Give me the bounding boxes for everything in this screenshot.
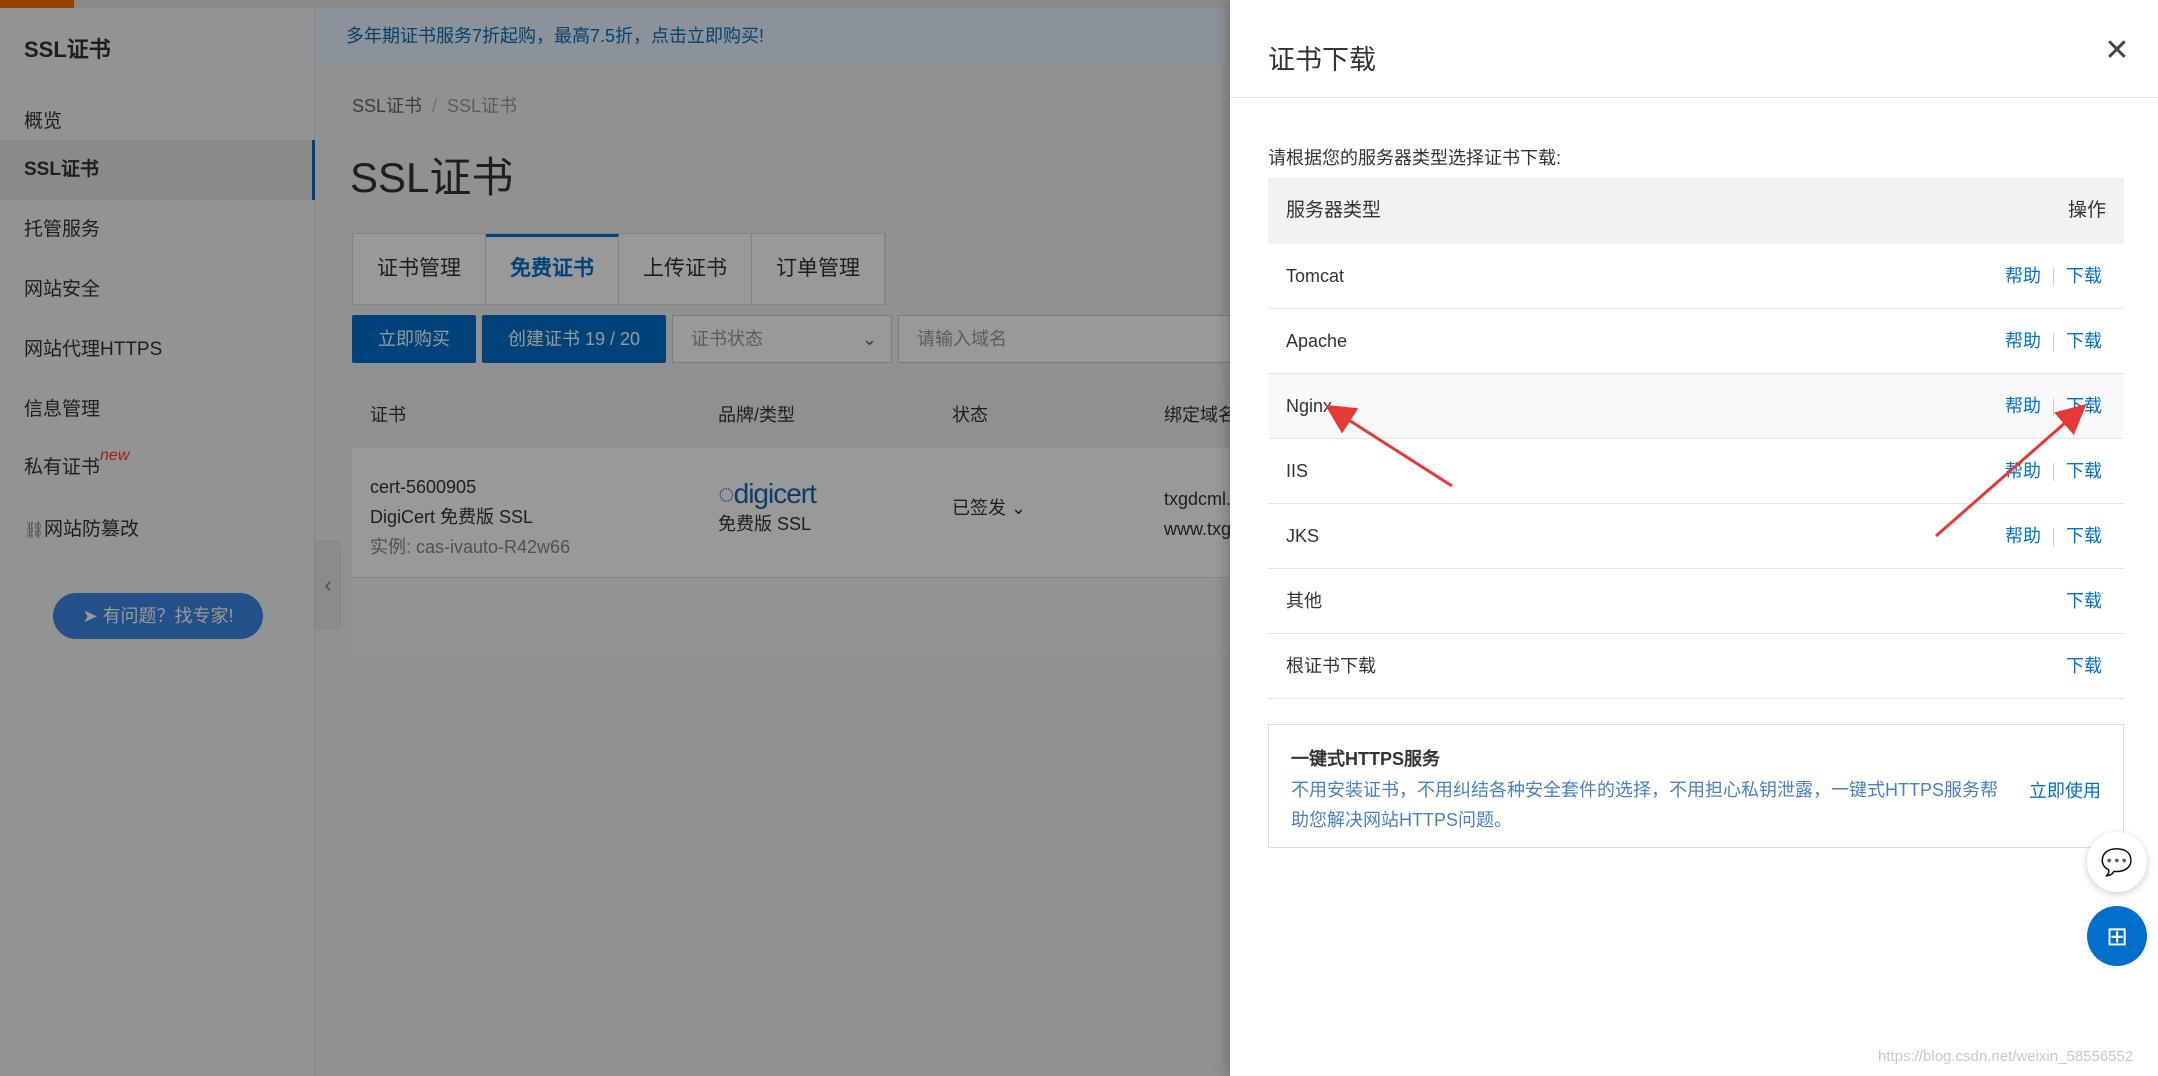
close-icon[interactable]: ✕ — [2102, 36, 2132, 66]
divider — [2053, 398, 2054, 417]
server-type-name: Tomcat — [1286, 266, 1345, 286]
help-link[interactable]: 帮助 — [2005, 266, 2041, 286]
table-row: 根证书下载 下载 — [1268, 634, 2124, 699]
server-type-name: Nginx — [1286, 396, 1333, 416]
download-link[interactable]: 下载 — [2066, 656, 2102, 676]
use-now-link[interactable]: 立即使用 — [2029, 777, 2101, 803]
help-link[interactable]: 帮助 — [2005, 461, 2041, 481]
apps-button[interactable]: ⊞ — [2087, 906, 2147, 966]
watermark: https://blog.csdn.net/weixin_58556552 — [1878, 1048, 2134, 1065]
server-type-name: IIS — [1286, 461, 1309, 481]
drawer-header: 证书下载 ✕ — [1230, 0, 2158, 98]
download-link[interactable]: 下载 — [2066, 591, 2102, 611]
table-row: Apache 帮助 下载 — [1268, 309, 2124, 374]
server-type-name: 根证书下载 — [1286, 656, 1376, 676]
drawer-title: 证书下载 — [1268, 45, 1376, 75]
divider — [2053, 268, 2054, 287]
table-row: 其他 下载 — [1268, 569, 2124, 634]
server-type-name: Apache — [1286, 331, 1348, 351]
column-header: 服务器类型 — [1286, 200, 1382, 221]
server-type-table: 服务器类型 操作 Tomcat 帮助 下载 Apache 帮助 下载 Nginx 帮… — [1268, 178, 2124, 699]
chat-button[interactable]: 💬 — [2087, 832, 2147, 892]
download-link[interactable]: 下载 — [2066, 266, 2102, 286]
divider — [2053, 333, 2054, 352]
apps-icon: ⊞ — [2106, 921, 2128, 951]
divider — [2053, 463, 2054, 482]
table-header: 服务器类型 操作 — [1268, 178, 2124, 244]
server-type-name: 其他 — [1286, 591, 1322, 611]
table-row: Tomcat 帮助 下载 — [1268, 244, 2124, 309]
chat-icon: 💬 — [2100, 847, 2134, 877]
column-header: 操作 — [2067, 200, 2106, 221]
https-service-description: 不用安装证书，不用纠结各种安全套件的选择，不用担心私钥泄露，一键式HTTPS服务… — [1291, 780, 1998, 830]
download-link[interactable]: 下载 — [2066, 461, 2102, 481]
https-service-title: 一键式HTTPS服务 — [1291, 749, 1441, 769]
https-service-card: 一键式HTTPS服务 不用安装证书，不用纠结各种安全套件的选择，不用担心私钥泄露… — [1268, 724, 2124, 848]
server-type-name: JKS — [1286, 526, 1320, 546]
cert-download-drawer: 证书下载 ✕ 请根据您的服务器类型选择证书下载: 服务器类型 操作 Tomcat… — [1230, 0, 2158, 1076]
download-link[interactable]: 下载 — [2066, 526, 2102, 546]
download-link[interactable]: 下载 — [2066, 396, 2102, 416]
table-row: IIS 帮助 下载 — [1268, 439, 2124, 504]
help-link[interactable]: 帮助 — [2005, 526, 2041, 546]
drawer-intro: 请根据您的服务器类型选择证书下载: — [1268, 148, 1561, 168]
table-row: Nginx 帮助 下载 — [1268, 374, 2124, 439]
table-row: JKS 帮助 下载 — [1268, 504, 2124, 569]
download-link[interactable]: 下载 — [2066, 331, 2102, 351]
help-link[interactable]: 帮助 — [2005, 331, 2041, 351]
divider — [2053, 528, 2054, 547]
modal-overlay[interactable] — [0, 0, 1230, 1076]
help-link[interactable]: 帮助 — [2005, 396, 2041, 416]
